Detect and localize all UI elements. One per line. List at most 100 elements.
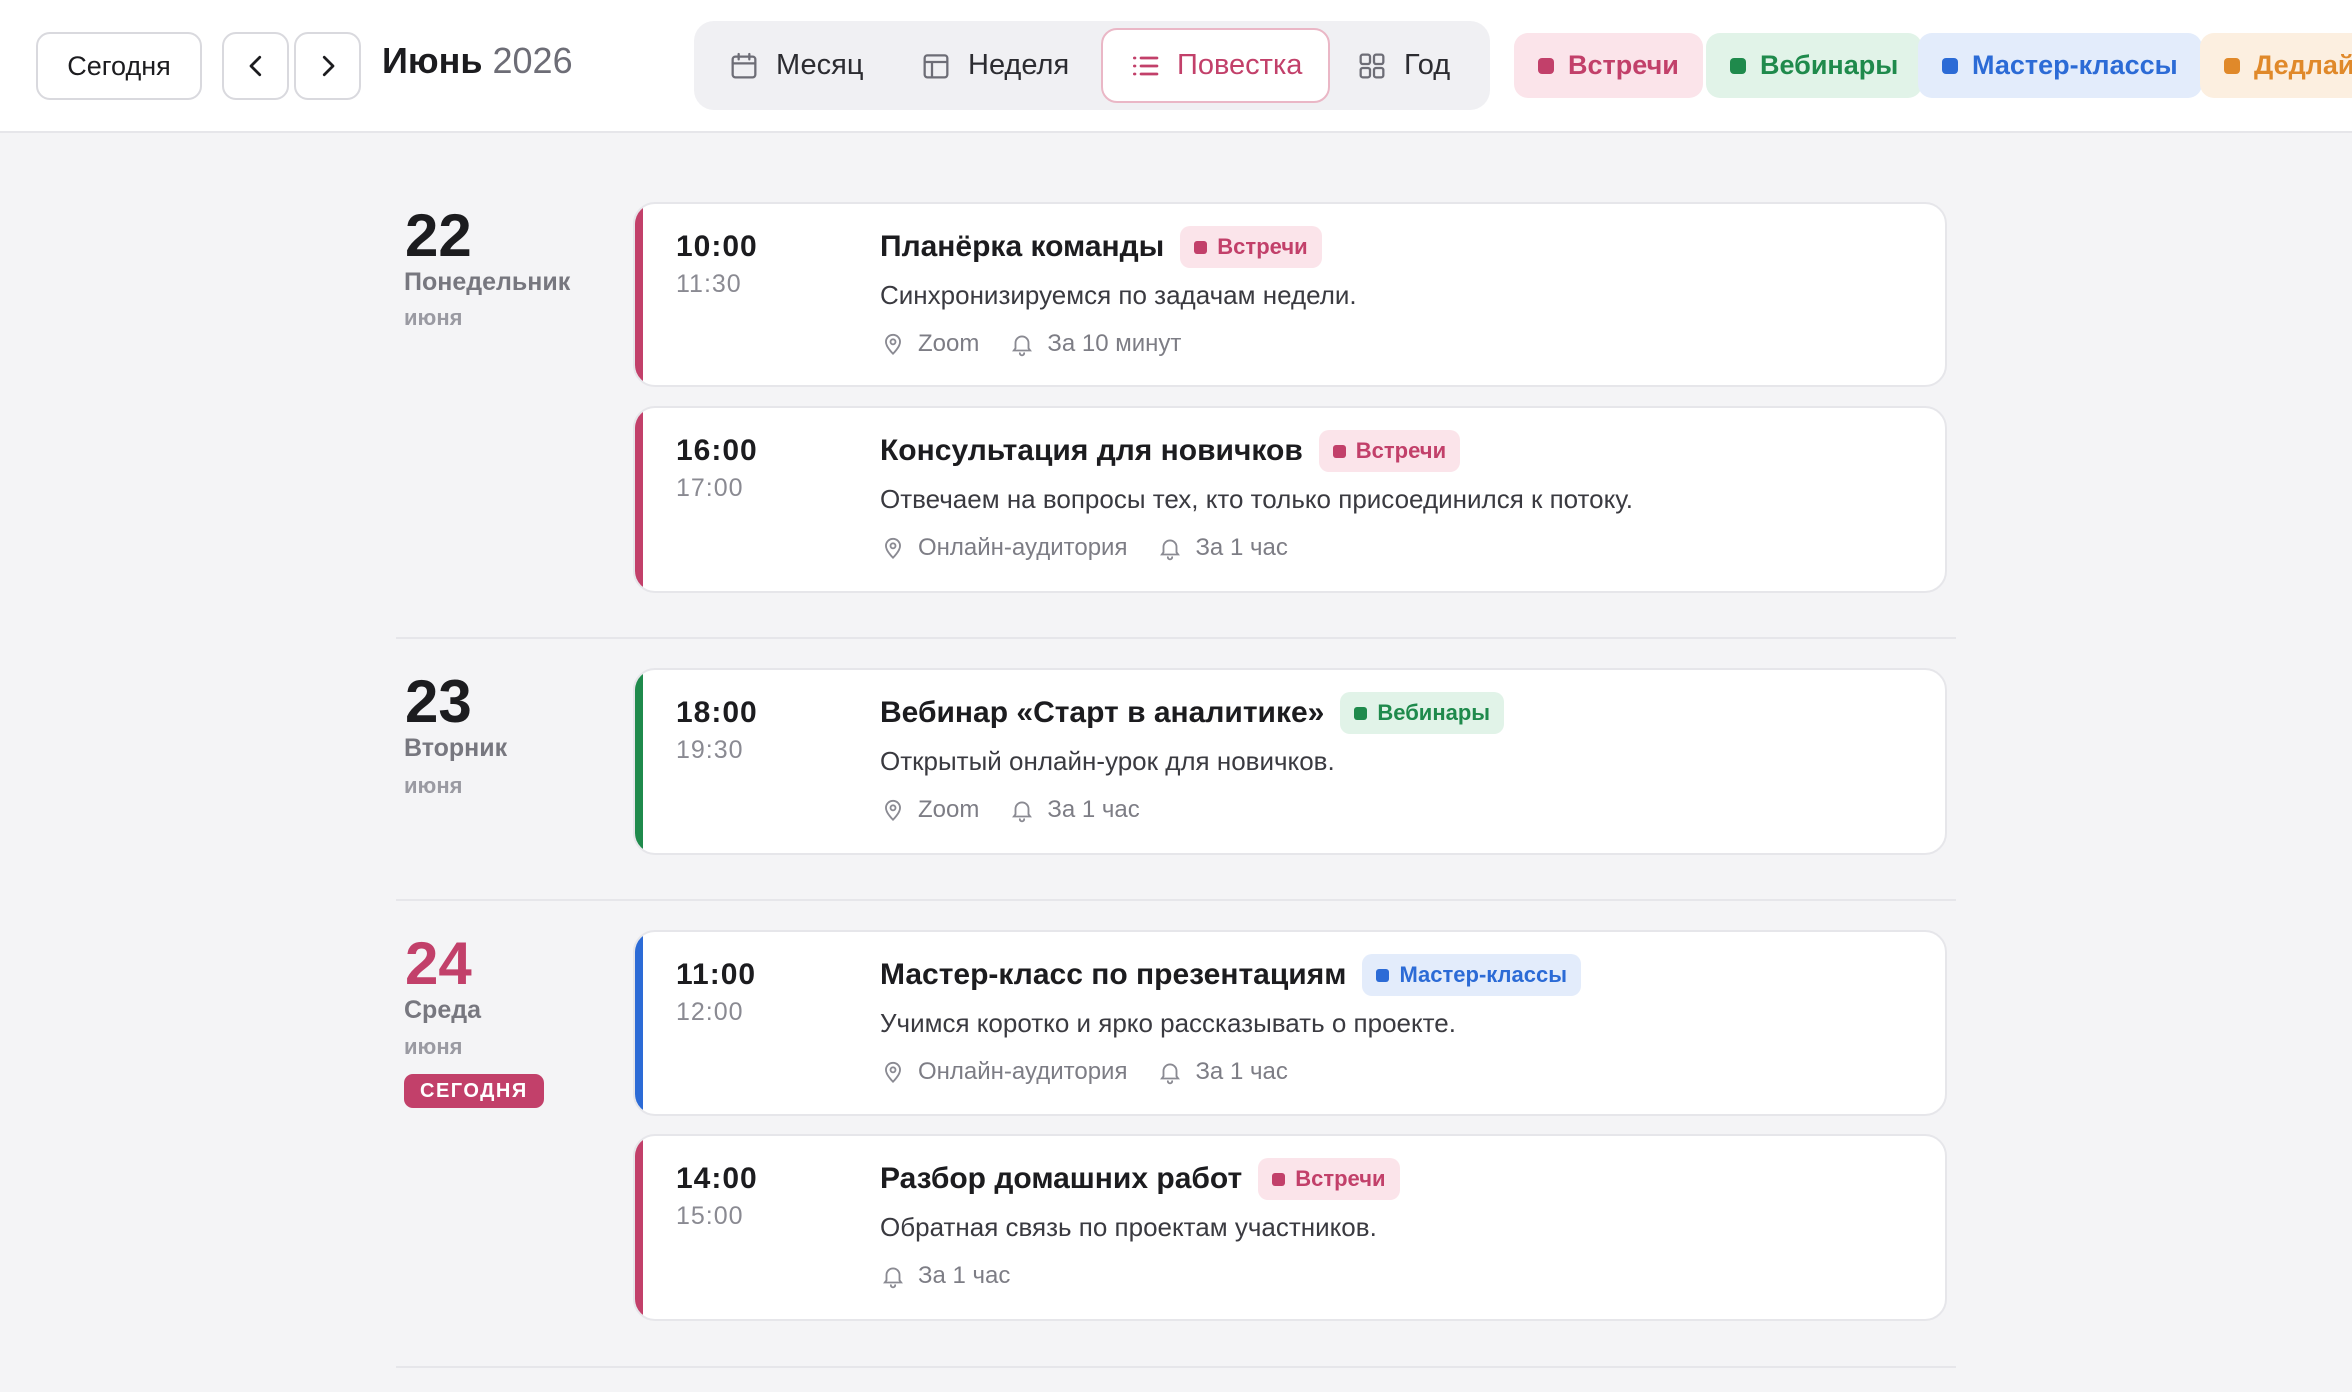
next-month-button[interactable] (294, 32, 361, 100)
event-title: Консультация для новичков (880, 434, 1303, 467)
event-reminder: За 1 час (1047, 796, 1140, 823)
category-badge: Встречи (1180, 226, 1322, 268)
list-icon (1133, 56, 1159, 75)
event-start-time: 16:00 (676, 434, 758, 467)
year: 2026 (492, 40, 573, 81)
category-badge-label: Встречи (1217, 234, 1308, 259)
today-button[interactable]: Сегодня (36, 32, 202, 100)
category-badge-label: Встречи (1355, 438, 1447, 463)
event-location: Zoom (918, 330, 980, 357)
event-start-time: 18:00 (676, 696, 758, 729)
event-description: Учимся коротко и ярко рассказывать о про… (880, 1008, 1456, 1038)
prev-month-button[interactable] (222, 32, 289, 100)
event-title: Разбор домашних работ (880, 1162, 1243, 1195)
color-swatch (1730, 57, 1746, 74)
event-location: Онлайн-аудитория (918, 1058, 1128, 1085)
event-color-bar (635, 204, 643, 385)
tab-month[interactable]: Месяц (702, 28, 889, 103)
color-swatch (2224, 57, 2240, 74)
view-switcher: Месяц Неделя Повестка Год (694, 21, 1490, 110)
event-card[interactable]: 14:00 15:00 Разбор домашних работ Встреч… (633, 1134, 1947, 1321)
event-description: Обратная связь по проектам участников. (880, 1212, 1377, 1242)
day-month: июня (404, 773, 463, 798)
day-number: 22 (405, 202, 472, 269)
color-swatch (1376, 968, 1390, 982)
category-badge: Вебинары (1340, 692, 1505, 734)
filter-meetings-label: Встречи (1568, 50, 1679, 80)
color-swatch (1538, 57, 1554, 74)
category-badge-label: Мастер-классы (1399, 962, 1568, 987)
location-pin-icon (885, 333, 901, 356)
tab-year[interactable]: Год (1330, 28, 1476, 103)
toolbar: Сегодня Июнь 2026 Месяц Неделя Повестка … (0, 0, 2352, 133)
category-badge: Встречи (1258, 1158, 1400, 1200)
day-number: 24 (405, 930, 472, 997)
event-reminder: За 10 минут (1047, 330, 1182, 357)
event-color-bar (635, 408, 643, 591)
today-badge: СЕГОДНЯ (404, 1074, 544, 1108)
chevron-right-icon (322, 55, 334, 77)
category-badge: Мастер-классы (1362, 954, 1582, 996)
bell-icon (1012, 801, 1033, 823)
today-button-label: Сегодня (67, 50, 171, 81)
color-swatch (1942, 57, 1958, 74)
color-swatch (1354, 706, 1368, 720)
event-card[interactable]: 11:00 12:00 Мастер-класс по презентациям… (633, 930, 1947, 1116)
day-divider (396, 1366, 1956, 1368)
location-pin-icon (885, 1061, 901, 1084)
location-pin-icon (885, 799, 901, 822)
event-card[interactable]: 18:00 19:30 Вебинар «Старт в аналитике» … (633, 668, 1947, 855)
bell-icon (1160, 539, 1181, 561)
bell-icon (1160, 1063, 1181, 1085)
filter-meetings[interactable]: Встречи (1514, 33, 1703, 98)
location-pin-icon (885, 537, 901, 560)
event-start-time: 14:00 (676, 1162, 758, 1195)
tab-month-label: Месяц (776, 49, 864, 81)
color-swatch (1272, 1172, 1286, 1186)
event-description: Отвечаем на вопросы тех, кто только прис… (880, 484, 1633, 514)
day-number: 23 (405, 668, 472, 735)
bell-icon (883, 1267, 903, 1289)
filter-webinars-label: Вебинары (1760, 50, 1899, 80)
week-icon (923, 53, 949, 78)
event-title: Вебинар «Старт в аналитике» (880, 696, 1325, 729)
event-location: Zoom (918, 796, 980, 823)
filter-masterclasses[interactable]: Мастер-классы (1918, 33, 2202, 98)
event-description: Открытый онлайн-урок для новичков. (880, 746, 1335, 776)
tab-week-label: Неделя (968, 49, 1070, 81)
event-end-time: 17:00 (676, 474, 744, 502)
event-start-time: 10:00 (676, 230, 758, 263)
grid-icon (1359, 53, 1385, 78)
event-title: Планёрка команды (880, 230, 1165, 263)
filter-masterclasses-label: Мастер-классы (1972, 50, 2178, 80)
event-end-time: 15:00 (676, 1202, 744, 1230)
tab-agenda[interactable]: Повестка (1101, 28, 1331, 103)
event-reminder: За 1 час (1195, 1058, 1288, 1085)
day-weekday: Среда (404, 996, 482, 1024)
category-badge-label: Встречи (1295, 1166, 1386, 1191)
event-start-time: 11:00 (676, 958, 757, 991)
day-divider (396, 637, 1956, 639)
event-location: Онлайн-аудитория (918, 534, 1128, 561)
event-end-time: 11:30 (676, 270, 742, 298)
event-color-bar (635, 670, 643, 853)
tab-week[interactable]: Неделя (894, 28, 1095, 103)
filter-deadlines[interactable]: Дедлайны (2200, 33, 2352, 98)
event-end-time: 12:00 (676, 998, 744, 1026)
day-month: июня (404, 305, 463, 330)
current-month-title: Июнь 2026 (382, 40, 573, 82)
event-reminder: За 1 час (918, 1262, 1011, 1289)
day-weekday: Понедельник (404, 268, 571, 296)
bell-icon (1012, 335, 1033, 357)
filter-webinars[interactable]: Вебинары (1706, 33, 1923, 98)
event-card[interactable]: 16:00 17:00 Консультация для новичков Вс… (633, 406, 1947, 593)
event-card[interactable]: 10:00 11:30 Планёрка команды Встречи Син… (633, 202, 1947, 387)
day-divider (396, 899, 1956, 901)
event-color-bar (635, 932, 643, 1114)
calendar-icon (731, 52, 757, 78)
chevron-left-icon (249, 55, 261, 77)
event-description: Синхронизируемся по задачам недели. (880, 280, 1357, 310)
tab-year-label: Год (1404, 49, 1451, 81)
tab-agenda-label: Повестка (1177, 49, 1303, 81)
day-month: июня (404, 1034, 463, 1059)
